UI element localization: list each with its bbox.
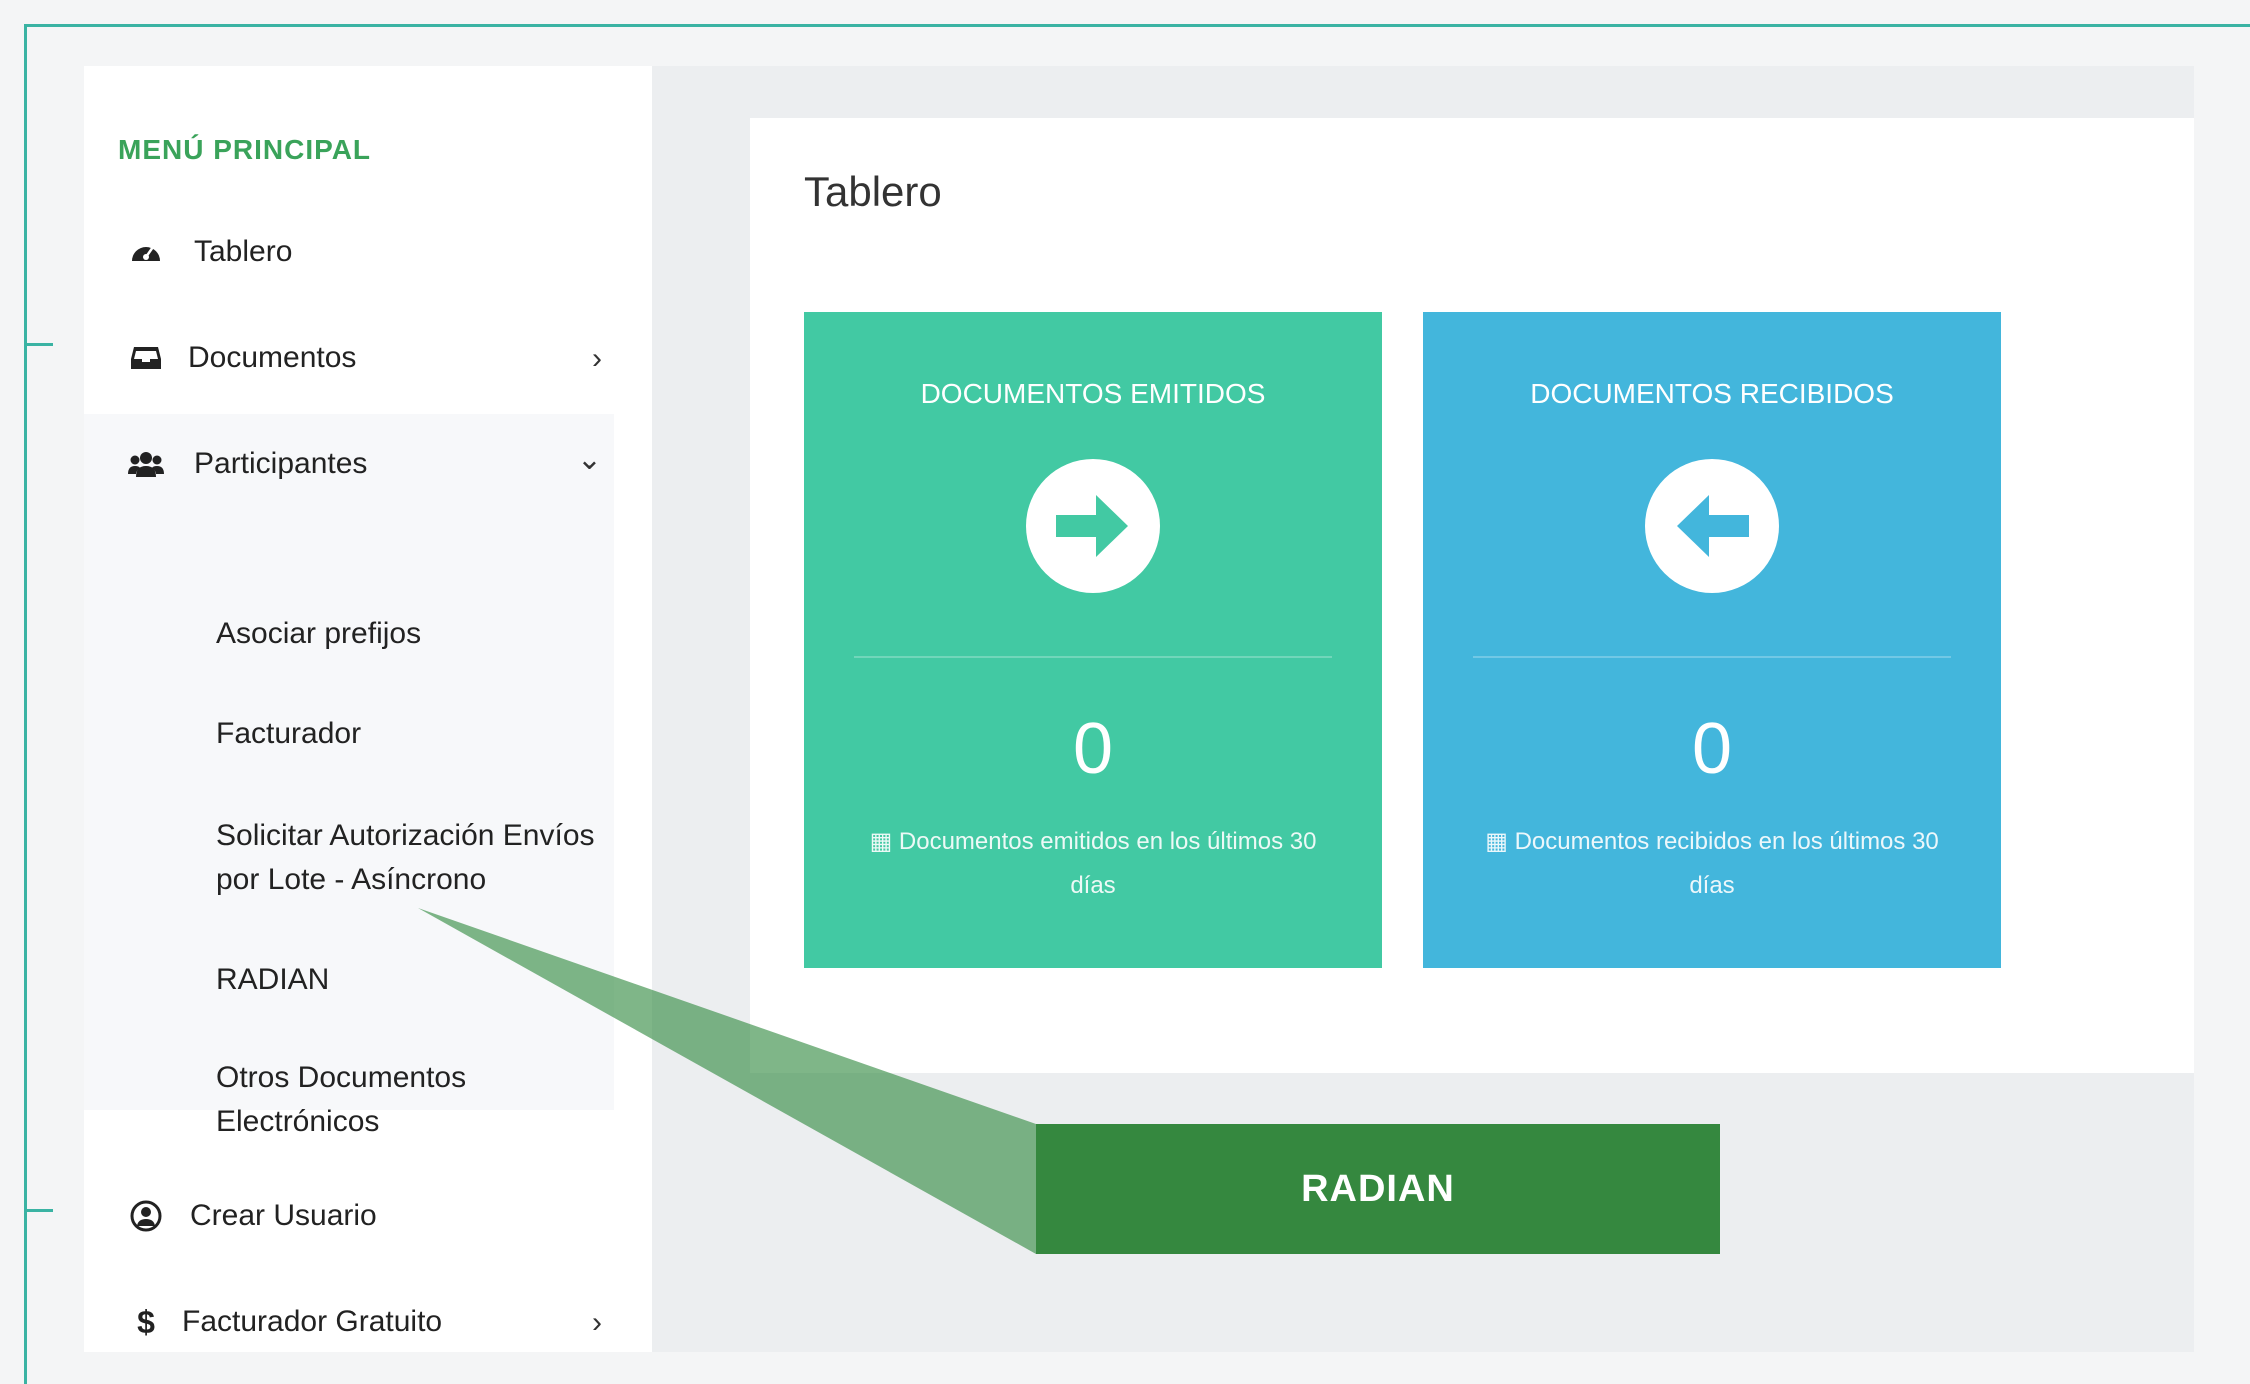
radian-callout-label: RADIAN: [1036, 1124, 1720, 1254]
